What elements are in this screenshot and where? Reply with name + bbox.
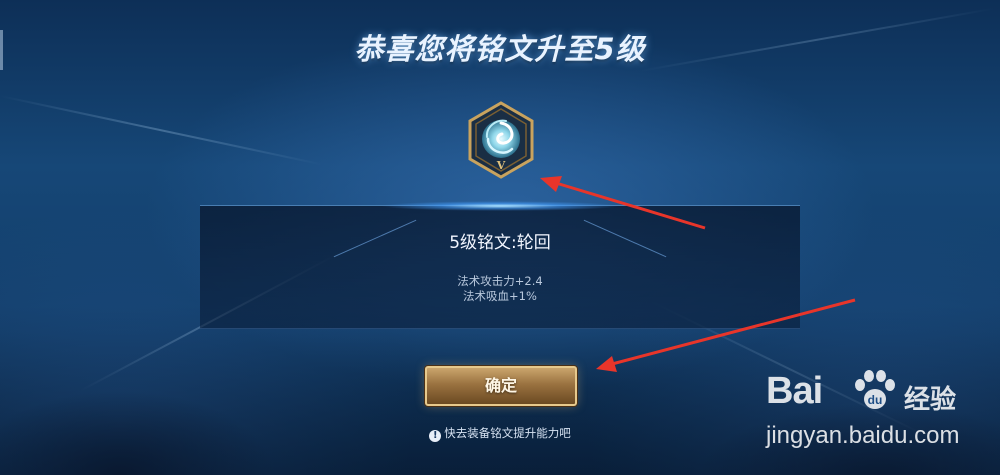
- annotation-arrowhead: [596, 356, 617, 372]
- annotation-arrow-button: [611, 298, 856, 366]
- watermark-cn: 经验: [904, 385, 957, 415]
- paw-icon: du: [855, 370, 895, 409]
- baidu-jingyan-watermark: Bai du 经验 jingyan.baidu.com: [756, 370, 992, 460]
- annotation-arrowhead: [540, 176, 562, 192]
- svg-text:du: du: [868, 393, 883, 407]
- watermark-logo: Bai: [766, 370, 823, 412]
- watermark-url: jingyan.baidu.com: [766, 422, 960, 449]
- annotation-arrow-emblem: [555, 181, 706, 230]
